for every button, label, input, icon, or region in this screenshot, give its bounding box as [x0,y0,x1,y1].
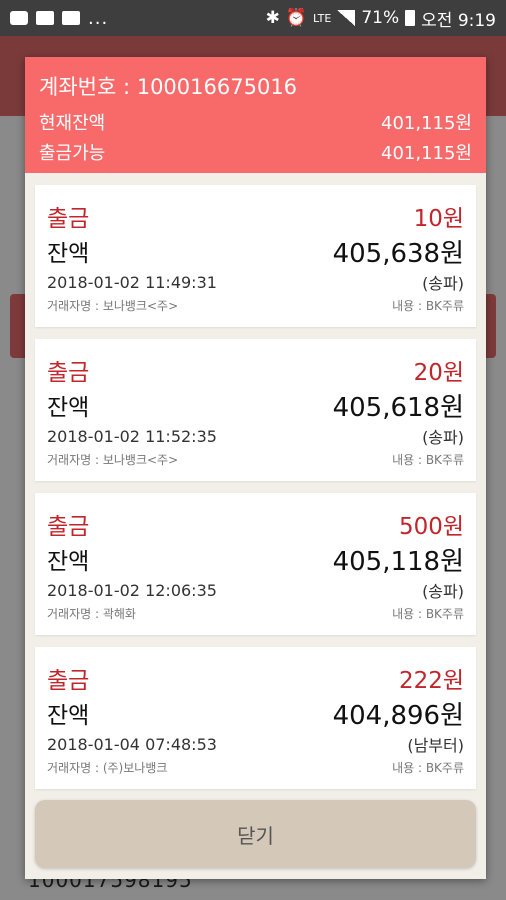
transaction-counterparty: 거래자명 : 곽해화 [47,606,136,621]
transaction-branch: (남부터) [407,736,464,755]
transaction-dialog: 계좌번호 : 100016675016 현재잔액 401,115원 출금가능 4… [25,57,486,879]
account-number: 계좌번호 : 100016675016 [39,75,298,99]
transaction-branch: (송파) [422,582,464,601]
transaction-branch: (송파) [422,428,464,447]
transaction-amount: 500원 [398,514,464,540]
transaction-card[interactable]: 출금 20원 잔액 405,618원 2018-01-02 11:52:35 (… [35,339,476,481]
bluetooth-icon: ✱ [265,8,280,28]
balance-label: 잔액 [47,549,90,575]
more-notifications-icon: ... [88,7,109,29]
close-button[interactable]: 닫기 [35,800,476,868]
balance-value: 405,638원 [332,238,464,269]
current-balance-row: 현재잔액 401,115원 [39,109,472,139]
transaction-type: 출금 [47,668,90,694]
withdrawable-label: 출금가능 [39,143,106,164]
dialog-header: 계좌번호 : 100016675016 현재잔액 401,115원 출금가능 4… [25,57,486,173]
balance-label: 잔액 [47,395,90,421]
transaction-amount: 10원 [413,206,464,232]
signal-icon [337,10,356,26]
transaction-datetime: 2018-01-04 07:48:53 [47,734,217,754]
transaction-type: 출금 [47,514,90,540]
balance-value: 405,618원 [332,392,464,423]
current-balance-label: 현재잔액 [39,113,106,134]
status-bar: ... ✱ ⏰ LTE 71% 오전 9:19 [0,0,506,36]
network-type: LTE [313,11,332,25]
transaction-memo: 내용 : BK주류 [392,606,464,621]
transaction-type: 출금 [47,206,90,232]
transaction-amount: 222원 [398,668,464,694]
transaction-datetime: 2018-01-02 11:52:35 [47,426,217,446]
battery-percent: 71% [361,8,400,28]
transaction-datetime: 2018-01-02 11:49:31 [47,272,217,292]
transaction-type: 출금 [47,360,90,386]
withdrawable-value: 401,115원 [381,143,472,164]
alarm-icon: ⏰ [285,8,308,28]
battery-icon [405,10,416,26]
transaction-list[interactable]: 출금 10원 잔액 405,638원 2018-01-02 11:49:31 (… [25,173,486,789]
transaction-datetime: 2018-01-02 12:06:35 [47,580,217,600]
transaction-card[interactable]: 출금 10원 잔액 405,638원 2018-01-02 11:49:31 (… [35,185,476,327]
withdrawable-row: 출금가능 401,115원 [39,139,472,169]
mail-icon [62,11,80,25]
transaction-card[interactable]: 출금 500원 잔액 405,118원 2018-01-02 12:06:35 … [35,493,476,635]
message-icon [10,11,28,25]
transaction-memo: 내용 : BK주류 [392,452,464,467]
balance-value: 405,118원 [332,546,464,577]
clock: 오전 9:19 [421,10,496,31]
transaction-memo: 내용 : BK주류 [392,298,464,313]
transaction-counterparty: 거래자명 : (주)보나뱅크 [47,760,168,775]
balance-label: 잔액 [47,241,90,267]
transaction-branch: (송파) [422,274,464,293]
transaction-card[interactable]: 출금 222원 잔액 404,896원 2018-01-04 07:48:53 … [35,647,476,789]
balance-label: 잔액 [47,703,90,729]
transaction-counterparty: 거래자명 : 보나뱅크<주> [47,298,179,313]
balance-value: 404,896원 [332,700,464,731]
image-icon [36,11,54,25]
current-balance-value: 401,115원 [381,113,472,134]
transaction-counterparty: 거래자명 : 보나뱅크<주> [47,452,179,467]
transaction-memo: 내용 : BK주류 [392,760,464,775]
transaction-amount: 20원 [413,360,464,386]
